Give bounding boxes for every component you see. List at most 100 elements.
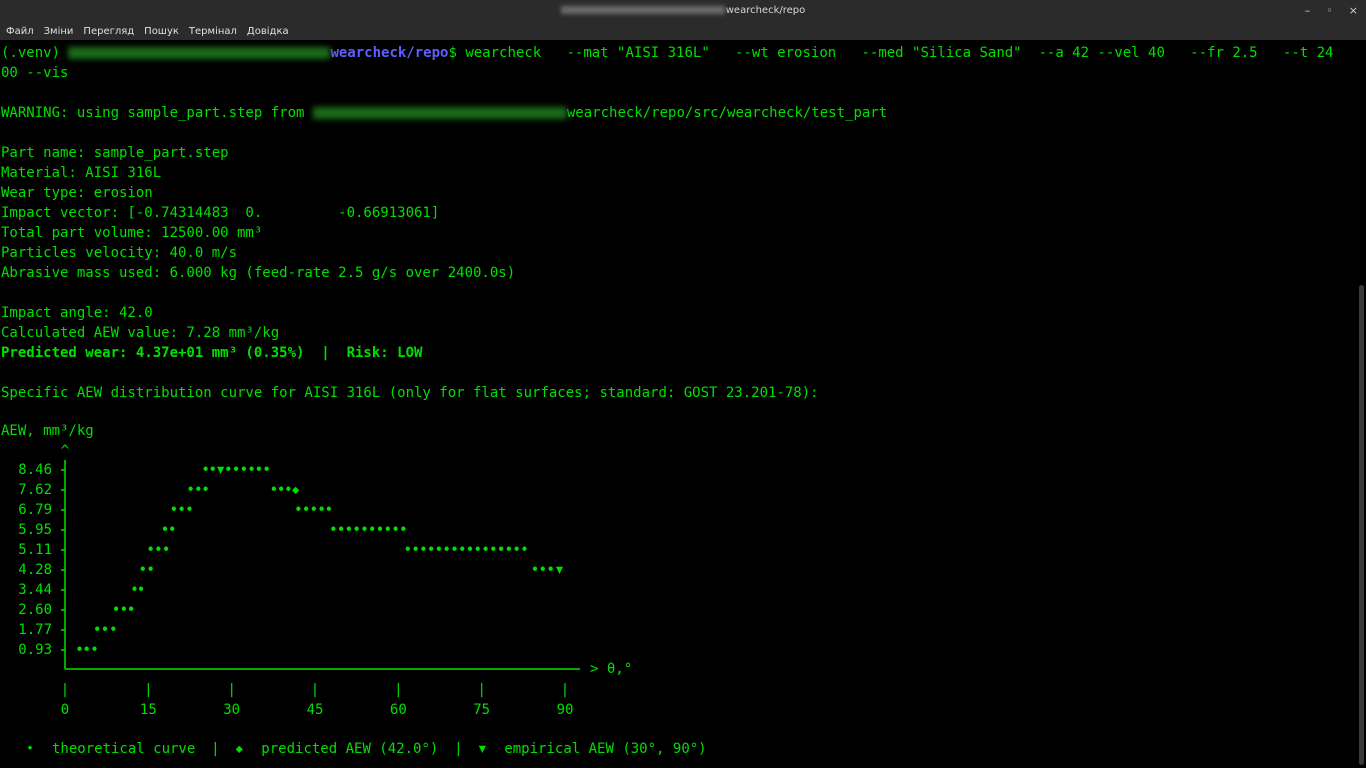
legend-marker: • [26, 742, 33, 756]
theoretical-point: • [451, 543, 458, 557]
y-tick-label: 1.77 [18, 622, 52, 638]
theoretical-point: • [412, 543, 419, 557]
theoretical-point: • [443, 543, 450, 557]
theoretical-point: • [147, 562, 154, 576]
x-tick-label: 45 [307, 702, 324, 718]
theoretical-point: • [195, 483, 202, 497]
legend-marker: ▼ [479, 742, 487, 756]
x-tick-label: 90 [557, 702, 574, 718]
theoretical-point: • [186, 502, 193, 516]
theoretical-point: • [127, 603, 134, 617]
x-tick-mark: | [61, 682, 69, 698]
theoretical-point: • [232, 463, 239, 477]
theoretical-point: • [202, 463, 209, 477]
theoretical-point: • [139, 562, 146, 576]
menu-file[interactable]: Файл [6, 26, 34, 37]
theoretical-point: • [361, 523, 368, 537]
legend-separator: | [454, 741, 462, 757]
menu-search[interactable]: Пошук [144, 26, 179, 37]
theoretical-point: • [120, 603, 127, 617]
window-title: wearcheck/repo [0, 0, 1366, 22]
theoretical-point: • [202, 483, 209, 497]
theoretical-point: • [225, 463, 232, 477]
theoretical-point: • [285, 483, 292, 497]
empirical-point: ▼ [217, 463, 225, 477]
y-tick-label: 3.44 [18, 582, 52, 598]
theoretical-point: • [369, 523, 376, 537]
legend-marker: ◆ [236, 742, 244, 756]
theoretical-point: • [155, 543, 162, 557]
theoretical-point: • [101, 622, 108, 636]
theoretical-point: • [310, 502, 317, 516]
menu-terminal[interactable]: Термінал [189, 26, 237, 37]
theoretical-point: • [295, 502, 302, 516]
legend-separator: | [211, 741, 219, 757]
menu-edit[interactable]: Зміни [44, 26, 74, 37]
menu-bar: Файл Зміни Перегляд Пошук Термінал Довід… [0, 22, 1366, 40]
y-tick-label: 4.28 [18, 562, 52, 578]
legend-label: predicted AEW (42.0°) [261, 741, 438, 757]
theoretical-point: • [318, 502, 325, 516]
aew-chart: AEW, mm³/kg ^ 8.46 7.62 6.79 5.95 5.11 4.28 3.44… [1, 423, 707, 757]
theoretical-point: • [345, 523, 352, 537]
menu-view[interactable]: Перегляд [83, 26, 134, 37]
theoretical-point: • [420, 543, 427, 557]
maximize-button[interactable]: ◦ [1326, 0, 1333, 22]
theoretical-point: • [466, 543, 473, 557]
y-tick-label: 7.62 [18, 482, 52, 498]
y-tick-label: 6.79 [18, 502, 52, 518]
theoretical-point: • [263, 463, 270, 477]
scrollbar[interactable] [1356, 40, 1366, 768]
close-button[interactable]: × [1349, 0, 1358, 22]
y-axis-label: AEW, mm³/kg [1, 423, 94, 439]
theoretical-point: • [547, 562, 554, 576]
x-tick-label: 15 [140, 702, 157, 718]
theoretical-point: • [459, 543, 466, 557]
menu-help[interactable]: Довідка [247, 26, 289, 37]
theoretical-point: • [392, 523, 399, 537]
theoretical-point: • [521, 543, 528, 557]
theoretical-point: • [170, 502, 177, 516]
predicted-point: ◆ [292, 483, 300, 497]
theoretical-point: • [110, 622, 117, 636]
legend-label: theoretical curve [52, 741, 195, 757]
theoretical-point: • [137, 583, 144, 597]
y-axis-arrow: ^ [61, 443, 69, 459]
x-tick-mark: | [394, 682, 402, 698]
theoretical-point: • [384, 523, 391, 537]
theoretical-point: • [474, 543, 481, 557]
x-axis-label: > θ,° [590, 661, 632, 677]
scrollbar-thumb[interactable] [1359, 285, 1364, 765]
theoretical-point: • [187, 483, 194, 497]
theoretical-point: • [91, 643, 98, 657]
x-tick-mark: | [227, 682, 235, 698]
theoretical-point: • [539, 562, 546, 576]
x-tick-mark: | [561, 682, 569, 698]
x-tick-label: 0 [61, 702, 69, 718]
minimize-button[interactable]: – [1305, 0, 1311, 22]
theoretical-point: • [376, 523, 383, 537]
window-titlebar[interactable]: wearcheck/repo – ◦ × [0, 0, 1366, 22]
theoretical-point: • [248, 463, 255, 477]
x-tick-mark: | [311, 682, 319, 698]
empirical-point: ▼ [556, 562, 564, 576]
y-tick-label: 5.95 [18, 522, 52, 538]
theoretical-point: • [400, 523, 407, 537]
theoretical-point: • [490, 543, 497, 557]
x-tick-label: 75 [473, 702, 490, 718]
theoretical-point: • [161, 523, 168, 537]
theoretical-point: • [497, 543, 504, 557]
theoretical-point: • [505, 543, 512, 557]
legend-label: empirical AEW (30°, 90°) [504, 741, 706, 757]
theoretical-point: • [435, 543, 442, 557]
theoretical-point: • [94, 622, 101, 636]
theoretical-point: • [302, 502, 309, 516]
theoretical-point: • [325, 502, 332, 516]
theoretical-point: • [147, 543, 154, 557]
theoretical-point: • [353, 523, 360, 537]
theoretical-point: • [337, 523, 344, 537]
theoretical-point: • [162, 543, 169, 557]
terminal-output[interactable]: (.venv) wearcheck/repo$ wearcheck --mat … [0, 40, 1356, 768]
x-tick-mark: | [144, 682, 152, 698]
x-tick-label: 30 [223, 702, 240, 718]
